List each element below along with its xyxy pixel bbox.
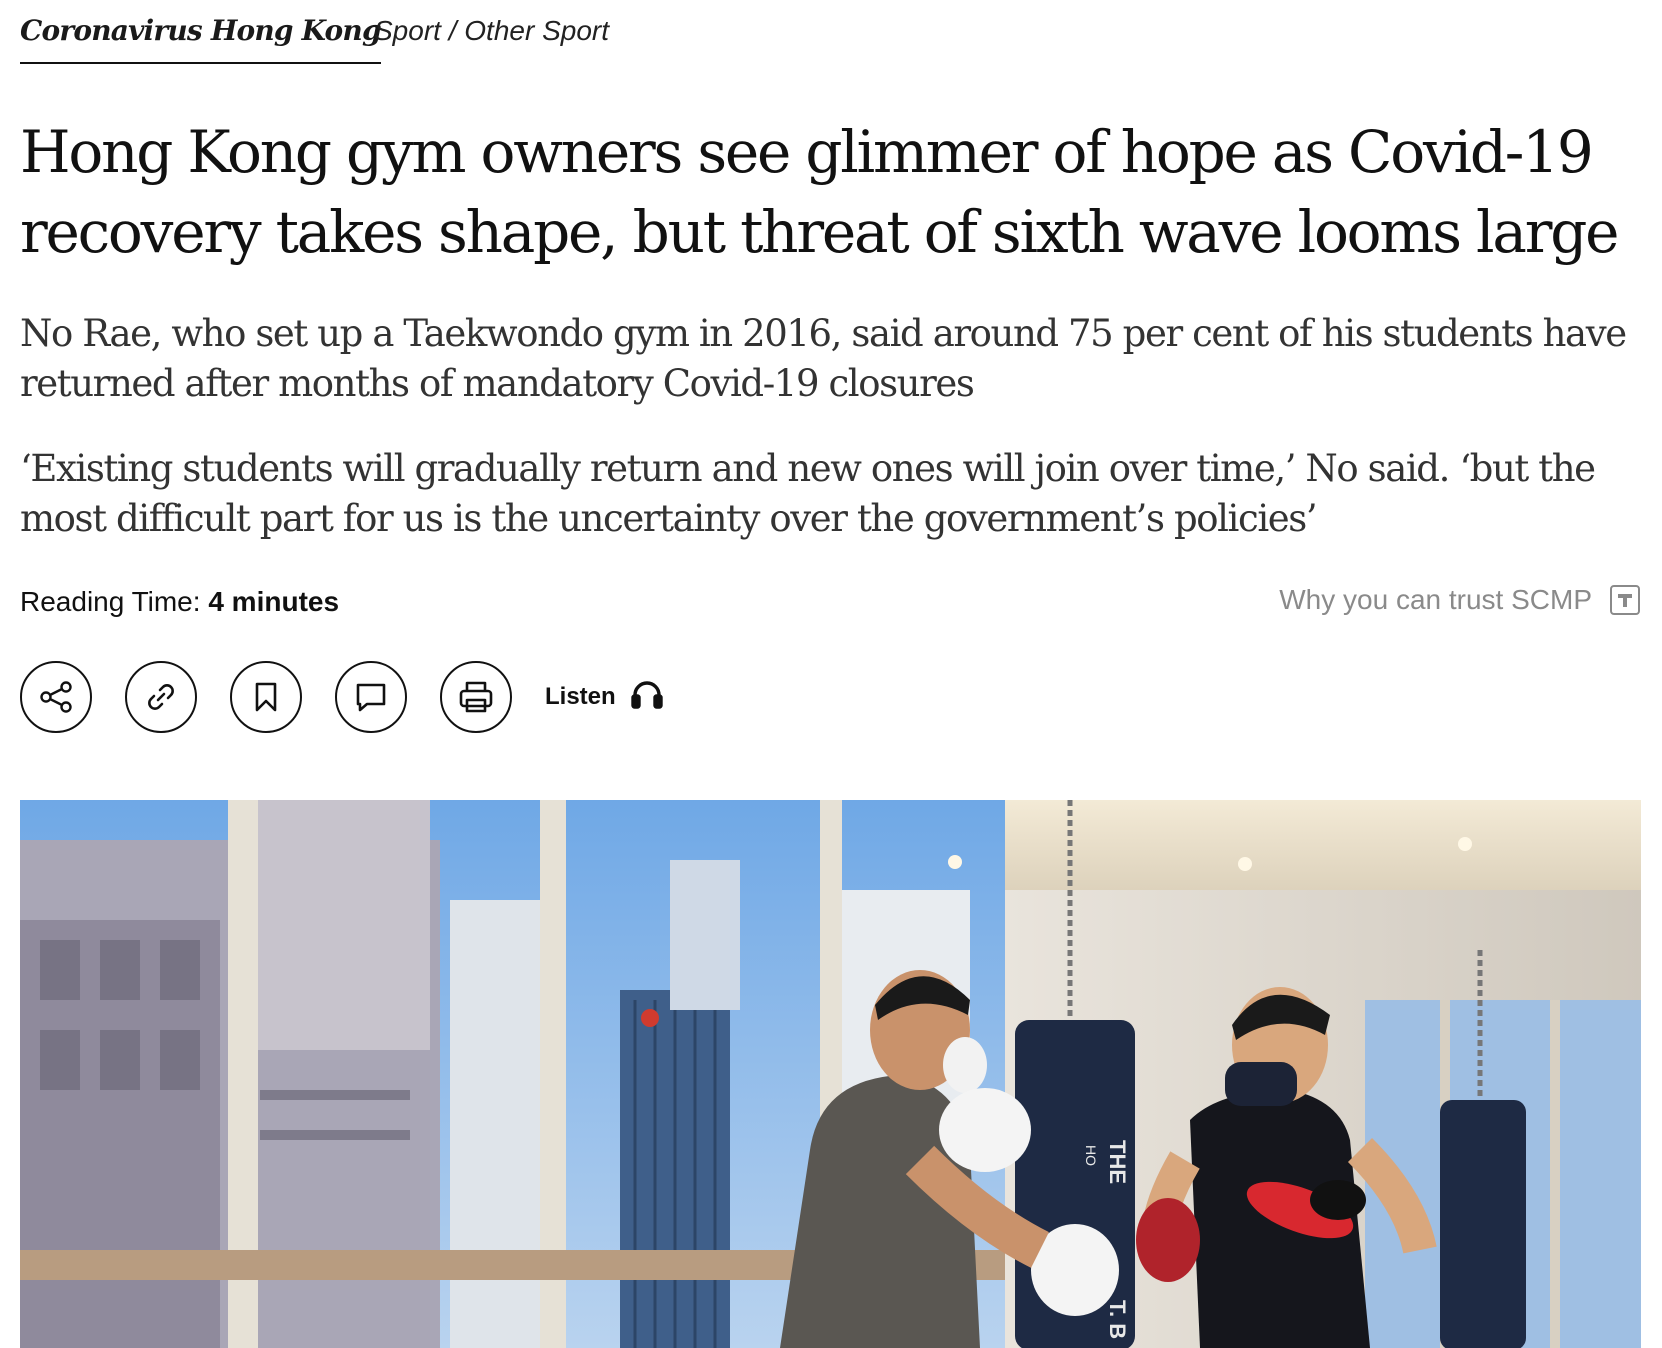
hero-photo: THE HO T. B <box>20 800 1641 1348</box>
bookmark-button[interactable] <box>230 661 302 733</box>
trust-link[interactable]: Why you can trust SCMP <box>1279 584 1640 616</box>
reading-time-value: 4 minutes <box>208 586 340 617</box>
article-headline: Hong Kong gym owners see glimmer of hope… <box>20 118 1620 266</box>
trust-t-icon <box>1610 585 1640 615</box>
article-summary-1: No Rae, who set up a Taekwondo gym in 20… <box>20 312 1627 405</box>
article-summary-2: ‘Existing students will gradually return… <box>20 447 1596 540</box>
share-icon <box>36 677 76 717</box>
reading-time: Reading Time: 4 minutes <box>20 586 339 618</box>
print-icon <box>455 676 497 718</box>
share-button[interactable] <box>20 661 92 733</box>
bag-signage-2: HO <box>1083 1145 1099 1166</box>
bag-signage-3: T. B <box>1105 1300 1130 1339</box>
section-breadcrumb[interactable]: Sport / Other Sport <box>374 16 609 46</box>
listen-button[interactable]: Listen <box>545 677 664 718</box>
trust-label: Why you can trust SCMP <box>1279 584 1592 615</box>
headphones-icon <box>630 677 664 718</box>
print-button[interactable] <box>440 661 512 733</box>
topic-link[interactable]: Coronavirus Hong Kong <box>20 14 382 64</box>
bag-signage-1: THE <box>1105 1140 1130 1184</box>
comment-icon <box>351 677 391 717</box>
copy-link-button[interactable] <box>125 661 197 733</box>
listen-label: Listen <box>545 683 616 710</box>
bookmark-icon <box>246 677 286 717</box>
comment-button[interactable] <box>335 661 407 733</box>
link-icon <box>141 677 181 717</box>
article-toolbar: Listen <box>20 661 664 733</box>
reading-time-label: Reading Time: <box>20 586 201 617</box>
